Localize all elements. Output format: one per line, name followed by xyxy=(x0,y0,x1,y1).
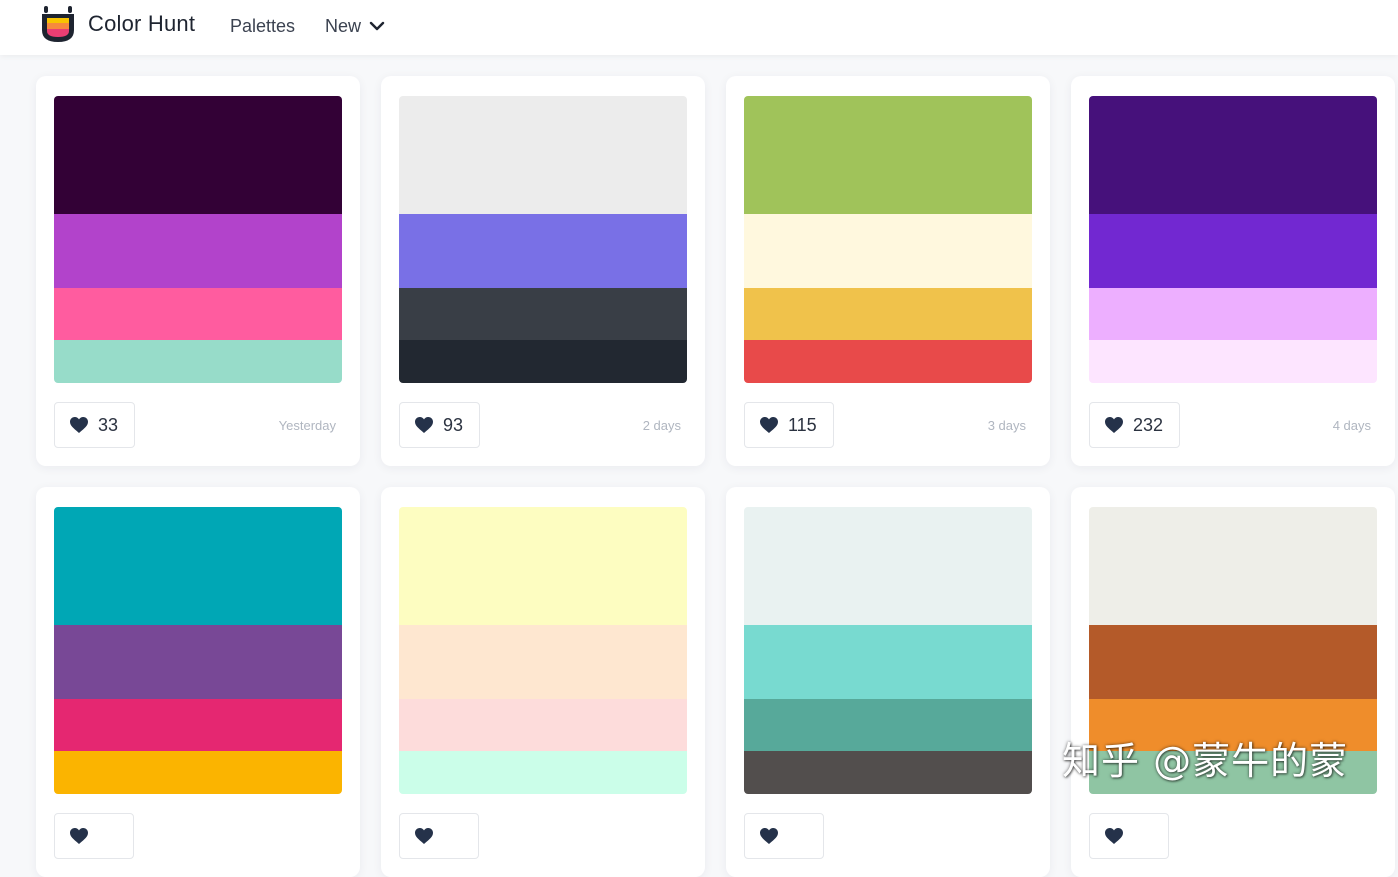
watermark-text: 知乎 @蒙牛的蒙 xyxy=(1062,739,1349,783)
heart-icon xyxy=(1105,417,1123,433)
heart-icon xyxy=(70,828,88,844)
brand-name[interactable]: Color Hunt xyxy=(88,11,195,37)
palette-date: Yesterday xyxy=(278,418,336,433)
color-band[interactable] xyxy=(744,214,1032,288)
heart-icon xyxy=(1105,828,1123,844)
palette-swatch[interactable] xyxy=(399,507,687,794)
color-band[interactable] xyxy=(744,625,1032,699)
color-band[interactable] xyxy=(54,288,342,340)
palette-date: 2 days xyxy=(642,418,681,433)
palette-card: 115 3 days xyxy=(726,76,1050,466)
palette-swatch[interactable] xyxy=(54,96,342,383)
palette-card: 33 Yesterday xyxy=(36,76,360,466)
color-band[interactable] xyxy=(54,340,342,383)
palette-card: 232 4 days xyxy=(1071,76,1395,466)
color-band[interactable] xyxy=(1089,96,1377,214)
palette-swatch[interactable] xyxy=(744,507,1032,794)
color-band[interactable] xyxy=(54,507,342,625)
color-band[interactable] xyxy=(399,507,687,625)
top-navigation-bar: Color Hunt Palettes New xyxy=(0,0,1398,55)
color-band[interactable] xyxy=(54,625,342,699)
color-band[interactable] xyxy=(54,96,342,214)
color-band[interactable] xyxy=(399,340,687,383)
palette-card xyxy=(726,487,1050,877)
nav-palettes-link[interactable]: Palettes xyxy=(230,15,295,37)
nav-new-dropdown[interactable]: New xyxy=(325,15,361,37)
color-band[interactable] xyxy=(54,751,342,794)
color-band[interactable] xyxy=(54,699,342,751)
heart-icon xyxy=(415,828,433,844)
palette-card: 93 2 days xyxy=(381,76,705,466)
like-button[interactable] xyxy=(744,813,824,859)
like-button[interactable] xyxy=(399,813,479,859)
palette-date: 4 days xyxy=(1332,418,1371,433)
color-band[interactable] xyxy=(1089,625,1377,699)
color-hunt-logo-icon[interactable] xyxy=(40,6,76,44)
color-band[interactable] xyxy=(744,96,1032,214)
heart-icon xyxy=(760,828,778,844)
color-band[interactable] xyxy=(744,340,1032,383)
palette-swatch[interactable] xyxy=(744,96,1032,383)
like-button[interactable] xyxy=(54,813,134,859)
color-band[interactable] xyxy=(744,507,1032,625)
color-band[interactable] xyxy=(399,699,687,751)
color-band[interactable] xyxy=(399,96,687,214)
like-button[interactable]: 33 xyxy=(54,402,136,448)
like-count: 33 xyxy=(98,414,119,435)
palette-card xyxy=(381,487,705,877)
like-button[interactable]: 115 xyxy=(744,402,834,448)
like-button[interactable] xyxy=(1089,813,1169,859)
palette-swatch[interactable] xyxy=(399,96,687,383)
color-band[interactable] xyxy=(744,699,1032,751)
like-count: 115 xyxy=(788,414,817,435)
color-band[interactable] xyxy=(1089,288,1377,340)
palette-swatch[interactable] xyxy=(1089,96,1377,383)
color-band[interactable] xyxy=(1089,214,1377,288)
color-band[interactable] xyxy=(744,288,1032,340)
color-band[interactable] xyxy=(399,214,687,288)
color-band[interactable] xyxy=(744,751,1032,794)
color-band[interactable] xyxy=(1089,340,1377,383)
heart-icon xyxy=(415,417,433,433)
color-band[interactable] xyxy=(54,214,342,288)
like-button[interactable]: 232 xyxy=(1089,402,1181,448)
palette-grid: 33 Yesterday 93 2 days 115 3 days 232 4 … xyxy=(0,0,1398,877)
color-band[interactable] xyxy=(399,625,687,699)
like-button[interactable]: 93 xyxy=(399,402,481,448)
chevron-down-icon[interactable] xyxy=(369,19,385,33)
palette-date: 3 days xyxy=(987,418,1026,433)
like-count: 232 xyxy=(1133,414,1164,435)
palette-card xyxy=(1071,487,1395,877)
palette-swatch[interactable] xyxy=(54,507,342,794)
palette-card xyxy=(36,487,360,877)
color-band[interactable] xyxy=(1089,507,1377,625)
like-count: 93 xyxy=(443,414,464,435)
heart-icon xyxy=(70,417,88,433)
color-band[interactable] xyxy=(399,288,687,340)
heart-icon xyxy=(760,417,778,433)
color-band[interactable] xyxy=(399,751,687,794)
